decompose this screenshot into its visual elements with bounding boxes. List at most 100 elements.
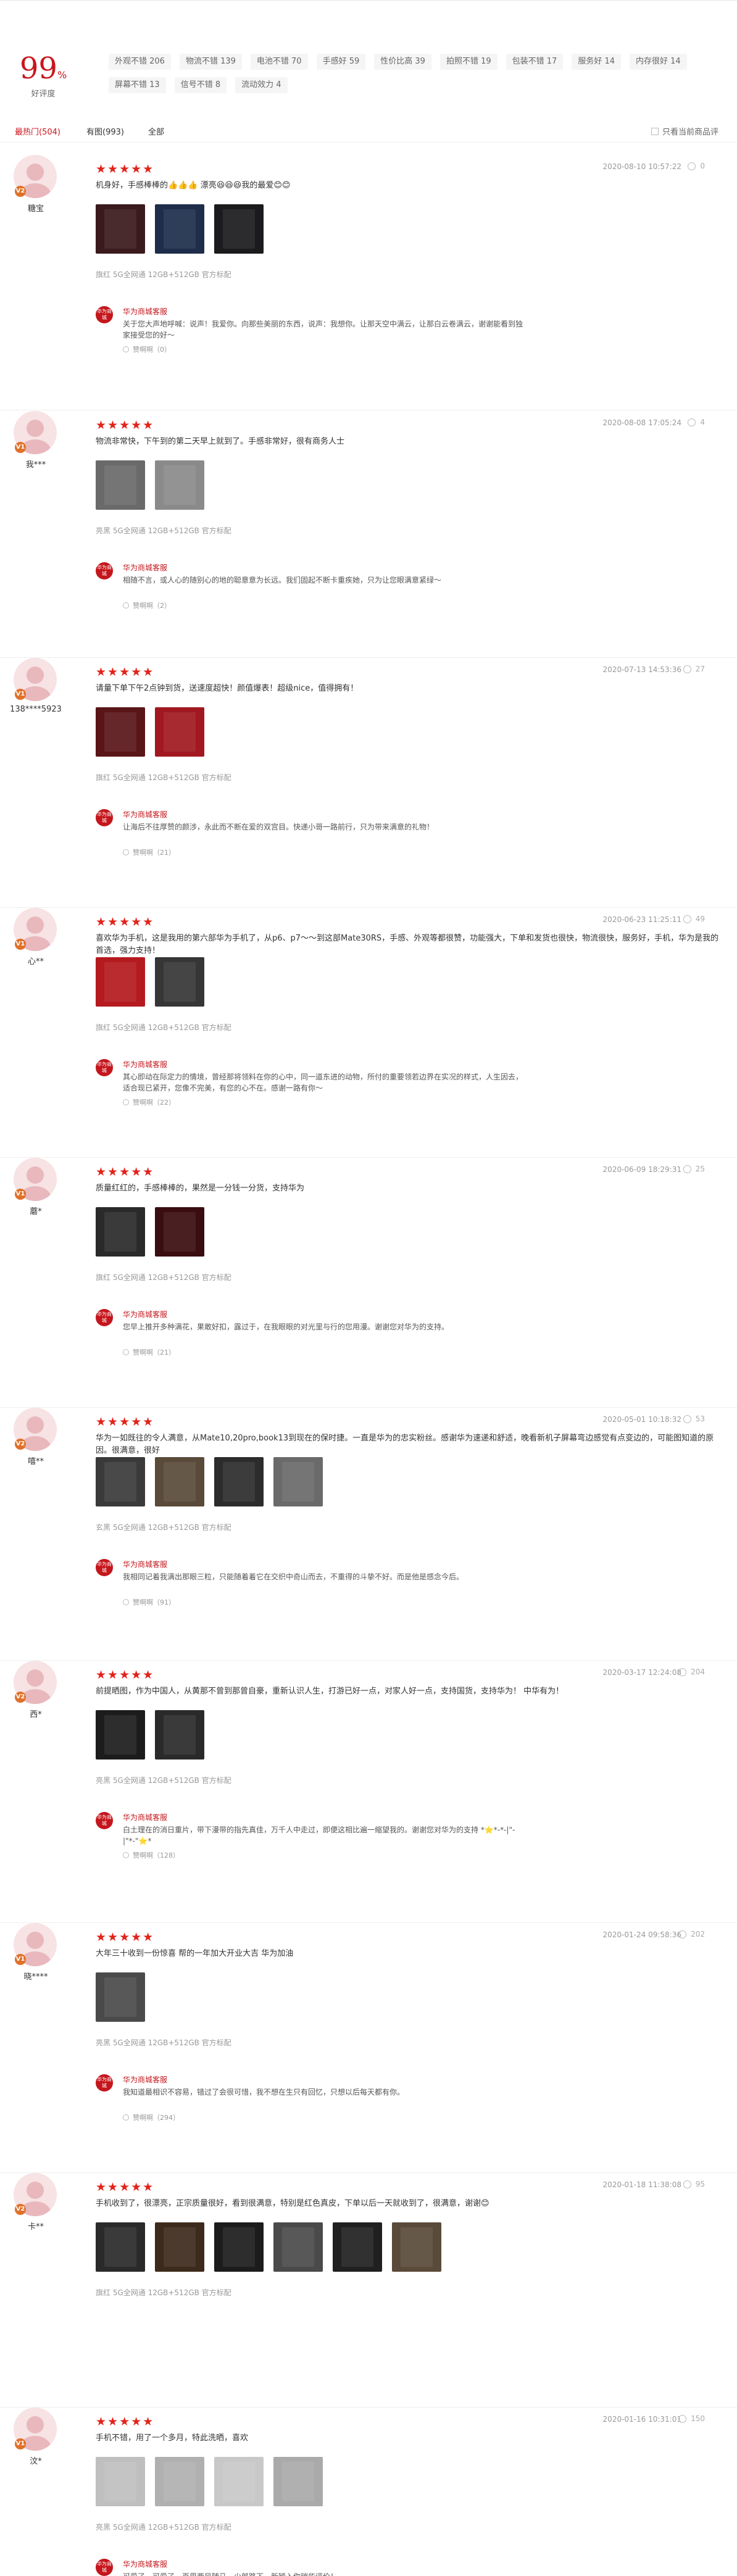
review-photo[interactable]: [155, 204, 204, 254]
impression-tag[interactable]: 信号不错 8: [174, 77, 227, 93]
thumb-icon[interactable]: [123, 849, 129, 855]
like-button[interactable]: 0: [688, 162, 705, 170]
review-photos: [96, 1972, 145, 2022]
like-icon[interactable]: [688, 418, 696, 426]
impression-tag[interactable]: 拍照不错 19: [439, 54, 498, 70]
like-button[interactable]: 204: [678, 1668, 705, 1676]
photo-content: [104, 2227, 136, 2267]
thumb-icon[interactable]: [123, 602, 129, 609]
review-photo[interactable]: [96, 2457, 145, 2506]
review-photo[interactable]: [96, 707, 145, 757]
thumb-icon[interactable]: [123, 1599, 129, 1605]
photo-content: [341, 2227, 373, 2267]
only-current-checkbox[interactable]: 只看当前商品评: [651, 125, 718, 137]
reply-useful-button[interactable]: 赞啊啊（91）: [123, 1597, 175, 1607]
like-icon[interactable]: [683, 915, 691, 923]
rating-stars: ★★★★★: [96, 1930, 155, 1944]
reply-useful-button[interactable]: 赞啊啊（0）: [123, 344, 171, 354]
review-item: V1 汶* ★★★★★ 2020-01-16 10:31:01 150 手机不错，用了一个…: [0, 2408, 737, 2576]
like-icon[interactable]: [683, 2180, 691, 2188]
review-photo[interactable]: [333, 2222, 382, 2272]
review-photo[interactable]: [155, 1457, 204, 1506]
impression-tag[interactable]: 服务好 14: [572, 54, 622, 70]
tab-with-photos[interactable]: 有图(993): [86, 125, 124, 137]
review-photo[interactable]: [214, 2222, 264, 2272]
review-photo[interactable]: [96, 957, 145, 1007]
review-photo[interactable]: [273, 1457, 323, 1506]
review-photo[interactable]: [214, 204, 264, 254]
review-photo[interactable]: [155, 2457, 204, 2506]
review-filter-bar: 最热门(504) 有图(993) 全部 只看当前商品评: [0, 118, 737, 143]
like-button[interactable]: 49: [683, 915, 705, 923]
reply-useful-button[interactable]: 赞啊啊（294）: [123, 2113, 180, 2122]
review-photo[interactable]: [96, 1710, 145, 1760]
like-button[interactable]: 27: [683, 665, 705, 673]
reply-useful-button[interactable]: 赞啊啊（21）: [123, 847, 175, 857]
impression-tag[interactable]: 内存很好 14: [630, 54, 687, 70]
review-photo[interactable]: [273, 2457, 323, 2506]
reply-useful-button[interactable]: 赞啊啊（128）: [123, 1850, 180, 1860]
like-icon[interactable]: [678, 1668, 687, 1676]
impression-tag[interactable]: 物流不错 139: [179, 54, 242, 70]
merchant-logo: 华为商城: [96, 1059, 113, 1076]
review-photo[interactable]: [155, 707, 204, 757]
impression-tag[interactable]: 手感好 59: [316, 54, 366, 70]
like-button[interactable]: 25: [683, 1165, 705, 1173]
merchant-name: 华为商城客服: [123, 1060, 168, 1069]
like-button[interactable]: 53: [683, 1415, 705, 1423]
review-item: V1 我*** ★★★★★ 2020-08-08 17:05:24 4 物流非常快，下午到…: [0, 411, 737, 658]
photo-content: [223, 2227, 255, 2267]
review-photo[interactable]: [96, 2222, 145, 2272]
like-button[interactable]: 4: [688, 418, 705, 426]
like-icon[interactable]: [683, 665, 691, 673]
impression-tag[interactable]: 流动效力 4: [235, 77, 288, 93]
impression-tag[interactable]: 性价比高 39: [374, 54, 431, 70]
thumb-icon[interactable]: [123, 2114, 129, 2121]
review-photo[interactable]: [214, 1457, 264, 1506]
checkbox-icon[interactable]: [651, 127, 659, 135]
like-icon[interactable]: [683, 1415, 691, 1423]
review-photo[interactable]: [96, 1972, 145, 2022]
like-icon[interactable]: [683, 1165, 691, 1173]
thumb-icon[interactable]: [123, 1349, 129, 1355]
thumb-icon[interactable]: [123, 1099, 129, 1105]
reply-useful-button[interactable]: 赞啊啊（22）: [123, 1097, 175, 1107]
review-item: V2 糖宝 ★★★★★ 2020-08-10 10:57:22 0 机身好，手感棒棒的👍👍…: [0, 155, 737, 410]
reply-useful-button[interactable]: 赞啊啊（2）: [123, 600, 171, 610]
review-date: 2020-08-08 17:05:24: [602, 418, 681, 427]
review-photo[interactable]: [273, 2222, 323, 2272]
like-icon[interactable]: [688, 162, 696, 170]
like-icon[interactable]: [678, 1930, 687, 1938]
member-level-badge: V1: [15, 1189, 26, 1200]
review-photo[interactable]: [96, 460, 145, 510]
like-icon[interactable]: [678, 2414, 687, 2423]
review-photo[interactable]: [392, 2222, 441, 2272]
impression-tag[interactable]: 屏幕不错 13: [109, 77, 166, 93]
review-photo[interactable]: [155, 2222, 204, 2272]
review-photo[interactable]: [214, 2457, 264, 2506]
review-photo[interactable]: [96, 1207, 145, 1257]
thumb-icon[interactable]: [123, 1852, 129, 1858]
like-button[interactable]: 95: [683, 2180, 705, 2188]
review-photo[interactable]: [155, 1710, 204, 1760]
thumb-icon[interactable]: [123, 346, 129, 352]
merchant-logo: 华为商城: [96, 306, 113, 323]
rating-stars: ★★★★★: [96, 665, 155, 679]
review-photo[interactable]: [155, 1207, 204, 1257]
merchant-reply: 华为商城华为商城客服可爱了，可爱了，百里西风随马，少郎路下，新颖入你瑞华评价！赞…: [96, 2559, 528, 2576]
review-photo[interactable]: [96, 1457, 145, 1506]
impression-tag[interactable]: 外观不错 206: [109, 54, 171, 70]
impression-tag[interactable]: 电池不错 70: [250, 54, 308, 70]
review-photo[interactable]: [155, 460, 204, 510]
review-date: 2020-03-17 12:24:08: [602, 1668, 681, 1677]
rating-stars: ★★★★★: [96, 1415, 155, 1429]
tab-all[interactable]: 全部: [148, 125, 164, 137]
like-button[interactable]: 202: [678, 1930, 705, 1938]
like-button[interactable]: 150: [678, 2414, 705, 2423]
tab-hottest[interactable]: 最热门(504): [15, 125, 60, 137]
review-photo[interactable]: [96, 204, 145, 254]
reply-useful-button[interactable]: 赞啊啊（21）: [123, 1347, 175, 1357]
review-photo[interactable]: [155, 957, 204, 1007]
impression-tag[interactable]: 包装不错 17: [506, 54, 564, 70]
rating-stars: ★★★★★: [96, 1165, 155, 1179]
